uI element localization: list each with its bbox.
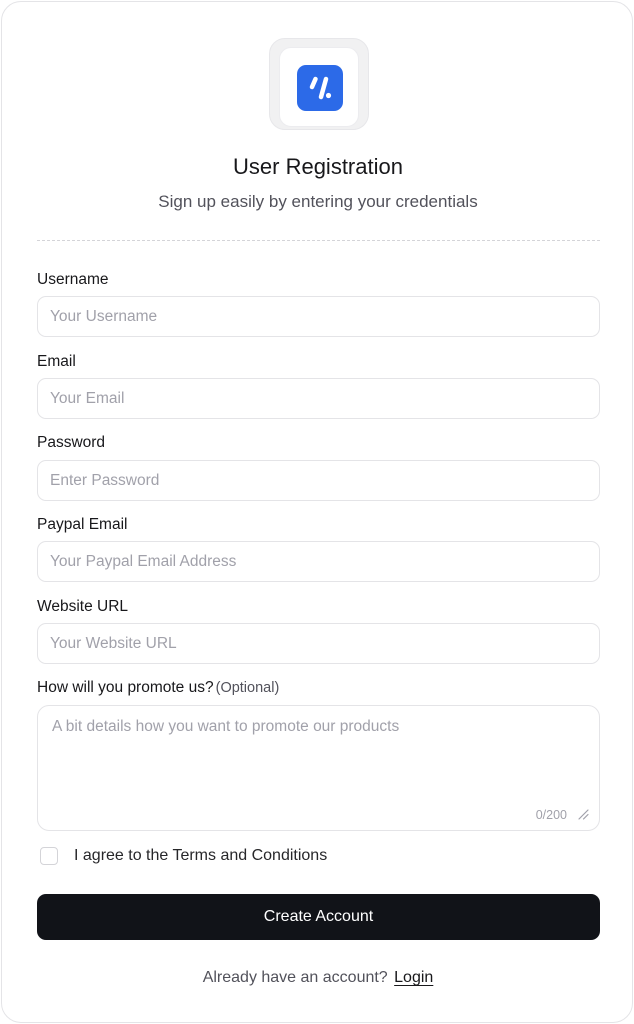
password-input[interactable] — [37, 460, 600, 501]
optional-tag: (Optional) — [215, 680, 280, 696]
terms-checkbox[interactable] — [40, 847, 58, 865]
promotion-label: How will you promote us? (Optional) — [37, 678, 279, 698]
divider — [37, 240, 600, 241]
logo-frame — [269, 38, 369, 130]
terms-label[interactable]: I agree to the Terms and Conditions — [74, 846, 327, 866]
username-label: Username — [37, 271, 109, 288]
page-subtitle: Sign up easily by entering your credenti… — [158, 192, 478, 211]
email-input[interactable] — [37, 378, 600, 419]
create-account-button[interactable]: Create Account — [37, 894, 600, 940]
email-label: Email — [37, 353, 76, 370]
username-input[interactable] — [37, 296, 600, 337]
promotion-label-text: How will you promote us? — [37, 679, 214, 696]
promotion-textarea[interactable] — [38, 706, 599, 802]
page-title: User Registration — [233, 154, 403, 179]
brand-logo-icon — [297, 65, 343, 111]
registration-card: User Registration Sign up easily by ente… — [1, 1, 633, 1023]
website-url-label: Website URL — [37, 598, 129, 615]
login-link[interactable]: Login — [394, 969, 433, 986]
login-prompt-text: Already have an account? — [202, 969, 388, 986]
website-url-input[interactable] — [37, 623, 600, 664]
logo-container — [279, 47, 359, 127]
resize-handle-icon[interactable] — [577, 808, 589, 820]
paypal-email-input[interactable] — [37, 541, 600, 582]
login-prompt: Already have an account? Login — [2, 968, 634, 988]
paypal-email-label: Paypal Email — [37, 516, 128, 533]
character-counter: 0/200 — [535, 808, 567, 822]
promotion-textarea-container: 0/200 — [37, 705, 600, 831]
password-label: Password — [37, 434, 106, 451]
